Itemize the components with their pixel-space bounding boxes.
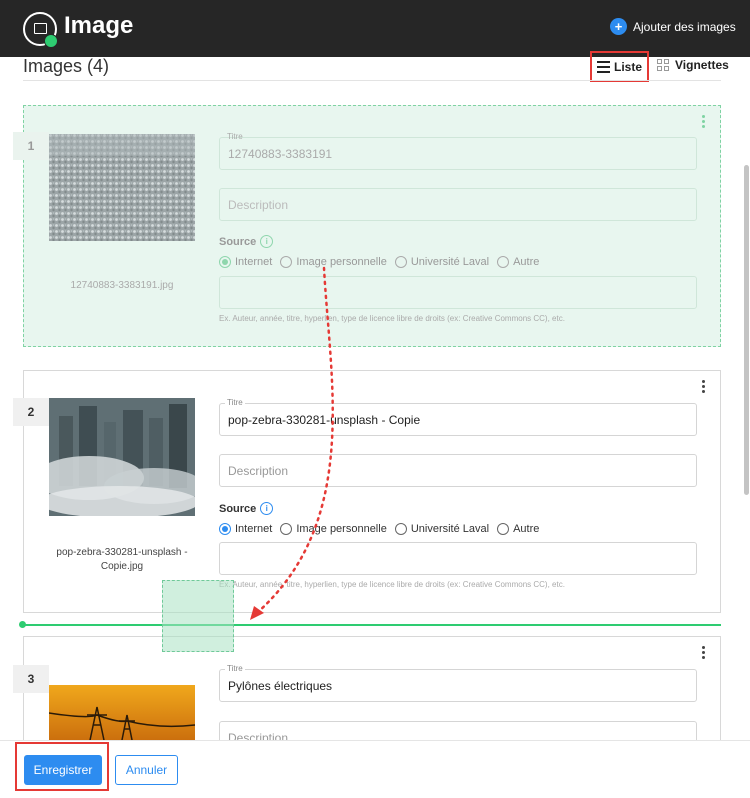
save-button[interactable]: Enregistrer — [24, 755, 102, 785]
list-view-icon — [596, 60, 610, 73]
more-options-icon[interactable] — [700, 380, 706, 395]
title-legend: Titre — [225, 398, 245, 407]
more-options-icon[interactable] — [700, 646, 706, 661]
radio-label: Université Laval — [410, 523, 490, 535]
source-label-text: Source — [219, 235, 257, 248]
view-grid-label: Vignettes — [675, 58, 729, 72]
scrollbar[interactable] — [744, 165, 749, 495]
grid-view-icon — [657, 58, 670, 72]
images-count-heading: Images (4) — [23, 56, 110, 76]
source-option-internet[interactable]: Internet — [219, 523, 272, 535]
drag-ghost — [162, 580, 234, 652]
description-field[interactable]: Description — [219, 188, 697, 221]
top-bar: Image + Ajouter des images — [0, 0, 750, 57]
title-legend: Titre — [227, 132, 243, 141]
image-card[interactable]: 1 12740883-3383191.jpg 12740883-3383191 … — [13, 105, 721, 347]
image-plugin-icon — [23, 12, 58, 48]
source-label: Source i — [219, 235, 274, 248]
add-images-button[interactable]: + Ajouter des images — [610, 18, 736, 35]
source-option-universite-laval[interactable]: Université Laval — [394, 256, 490, 268]
radio-label: Autre — [513, 523, 540, 535]
description-field[interactable]: Description — [219, 454, 697, 487]
radio-label: Internet — [235, 523, 273, 535]
title-field[interactable]: Pylônes électriques — [219, 669, 697, 702]
view-grid-button[interactable]: Vignettes — [657, 58, 729, 72]
source-option-personnelle[interactable]: Image personnelle — [280, 523, 387, 535]
add-images-label: Ajouter des images — [633, 19, 736, 34]
source-option-internet[interactable]: Internet — [219, 256, 272, 268]
source-option-autre[interactable]: Autre — [497, 256, 539, 268]
app-title: Image — [64, 12, 134, 39]
source-radio-group: Internet Image personnelle Université La… — [219, 256, 547, 268]
radio-label: Internet — [235, 256, 273, 268]
source-detail-field[interactable] — [219, 542, 697, 575]
radio-label: Autre — [513, 256, 540, 268]
footer-bar — [0, 740, 750, 798]
radio-label: Image personnelle — [296, 256, 387, 268]
source-label-text: Source — [219, 502, 257, 515]
cancel-button[interactable]: Annuler — [115, 755, 178, 785]
heading-divider — [23, 80, 721, 81]
image-card[interactable]: 2 pop-zebra-330281-unsplash - Copie.jpg … — [13, 370, 721, 613]
source-hint: Ex. Auteur, année, titre, hyperlien, typ… — [219, 314, 565, 323]
description-placeholder: Description — [228, 463, 289, 478]
title-field[interactable]: 12740883-3383191 — [219, 137, 697, 170]
image-filename: 12740883-3383191.jpg — [70, 280, 174, 291]
source-radio-group: Internet Image personnelle Université La… — [219, 523, 547, 535]
source-detail-field[interactable] — [219, 276, 697, 309]
view-list-label: Liste — [613, 59, 642, 74]
image-thumbnail — [34, 398, 204, 518]
source-label: Source i — [219, 502, 274, 515]
source-option-universite-laval[interactable]: Université Laval — [394, 523, 490, 535]
title-field[interactable]: pop-zebra-330281-unsplash - Copie — [219, 403, 697, 436]
view-list-button[interactable]: Liste — [590, 51, 649, 82]
radio-label: Image personnelle — [296, 523, 387, 535]
card-number: 1 — [13, 132, 49, 160]
drop-indicator-line — [23, 624, 721, 626]
source-hint: Ex. Auteur, année, titre, hyperlien, typ… — [219, 580, 565, 589]
image-thumbnail — [49, 134, 195, 241]
source-option-autre[interactable]: Autre — [497, 523, 539, 535]
image-thumbnail — [49, 685, 195, 745]
info-icon[interactable]: i — [260, 235, 274, 248]
source-option-personnelle[interactable]: Image personnelle — [280, 256, 387, 268]
card-number: 2 — [13, 398, 49, 426]
info-icon[interactable]: i — [260, 502, 274, 515]
description-placeholder: Description — [228, 197, 289, 212]
drop-indicator-dot — [19, 621, 26, 628]
title-legend: Titre — [225, 664, 245, 673]
image-filename: pop-zebra-330281-unsplash - Copie.jpg — [56, 547, 188, 572]
radio-label: Université Laval — [410, 256, 490, 268]
plus-circle-icon: + — [610, 18, 627, 35]
card-number: 3 — [13, 665, 49, 693]
more-options-icon[interactable] — [700, 115, 706, 130]
